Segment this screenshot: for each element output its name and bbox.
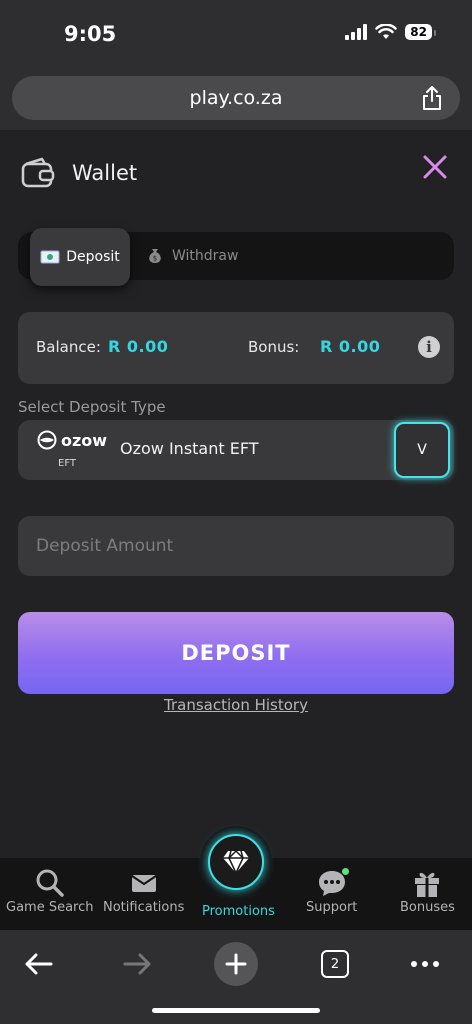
info-icon[interactable]: i <box>418 336 440 358</box>
nav-label: Notifications <box>103 900 185 915</box>
online-status-dot <box>341 868 349 875</box>
forward-button[interactable] <box>118 940 158 988</box>
tab-withdraw-label: Withdraw <box>172 248 239 264</box>
search-icon <box>36 869 64 897</box>
tabs-button[interactable]: 2 <box>318 940 352 988</box>
battery-indicator: 82 <box>405 24 436 40</box>
home-indicator <box>152 1008 320 1013</box>
nav-label: Bonuses <box>400 900 455 915</box>
tab-withdraw[interactable]: $ Withdraw <box>146 232 238 280</box>
bonus-label: Bonus: <box>248 338 300 356</box>
balance-label: Balance: <box>36 338 101 356</box>
more-icon <box>411 961 439 967</box>
back-button[interactable] <box>18 940 58 988</box>
nav-game-search[interactable]: Game Search <box>6 866 94 915</box>
arrow-left-icon <box>25 953 53 975</box>
wallet-icon <box>21 157 55 188</box>
balance-value: R 0.00 <box>108 337 169 356</box>
deposit-button[interactable]: DEPOSIT <box>18 612 454 694</box>
promotions-badge <box>208 834 264 890</box>
share-icon[interactable] <box>420 85 444 111</box>
wifi-icon <box>375 24 398 39</box>
mail-icon <box>131 875 157 892</box>
nav-notifications[interactable]: Notifications <box>103 866 184 915</box>
deposit-amount-input[interactable] <box>18 516 454 576</box>
tab-deposit[interactable]: Deposit <box>30 228 130 286</box>
new-tab-button[interactable] <box>214 940 258 988</box>
nav-promotions[interactable]: Promotions <box>202 904 275 919</box>
status-bar: 9:05 82 <box>0 0 472 70</box>
promotions-button[interactable] <box>200 826 272 898</box>
diamond-icon <box>223 849 249 875</box>
signal-icon <box>345 24 368 40</box>
status-time: 9:05 <box>64 22 117 46</box>
tab-count: 2 <box>321 950 349 978</box>
arrow-right-icon <box>123 953 151 975</box>
cash-icon <box>40 250 60 264</box>
svg-text:$: $ <box>153 255 157 263</box>
nav-bonuses[interactable]: Bonuses <box>400 866 455 915</box>
deposit-type-sub: EFT <box>58 458 77 469</box>
wallet-header: Wallet <box>20 156 137 190</box>
nav-label: Support <box>306 900 358 915</box>
browser-url-area: play.co.za <box>0 70 472 130</box>
plus-icon <box>214 942 258 986</box>
ozow-logo: ozow <box>36 430 107 450</box>
nav-label: Promotions <box>202 904 275 919</box>
gift-icon <box>415 872 440 897</box>
deposit-type-label: Select Deposit Type <box>18 398 166 416</box>
status-icons: 82 <box>345 24 436 40</box>
wallet-tabs: Deposit $ Withdraw <box>18 228 454 286</box>
ozow-logo-icon <box>37 430 57 450</box>
wallet-panel: Wallet Deposit $ Withdraw Balance: R 0.0… <box>0 130 472 858</box>
bonus-value: R 0.00 <box>320 337 381 356</box>
tab-deposit-label: Deposit <box>66 249 120 265</box>
ozow-brand: ozow <box>61 430 108 450</box>
url-bar[interactable]: play.co.za <box>12 76 460 120</box>
deposit-type-dropdown-button[interactable]: V <box>394 422 450 478</box>
deposit-type-select[interactable]: ozow EFT Ozow Instant EFT V <box>18 420 454 480</box>
nav-label: Game Search <box>6 900 94 915</box>
balance-card: Balance: R 0.00 Bonus: R 0.00 i <box>18 312 454 384</box>
close-icon[interactable] <box>420 152 450 182</box>
transaction-history-link[interactable]: Transaction History <box>0 696 472 714</box>
deposit-type-name: Ozow Instant EFT <box>120 439 259 458</box>
nav-support[interactable]: Support <box>306 866 357 915</box>
money-bag-icon: $ <box>149 249 161 263</box>
url-text: play.co.za <box>189 87 283 109</box>
more-button[interactable] <box>408 940 442 988</box>
wallet-title: Wallet <box>72 161 138 185</box>
